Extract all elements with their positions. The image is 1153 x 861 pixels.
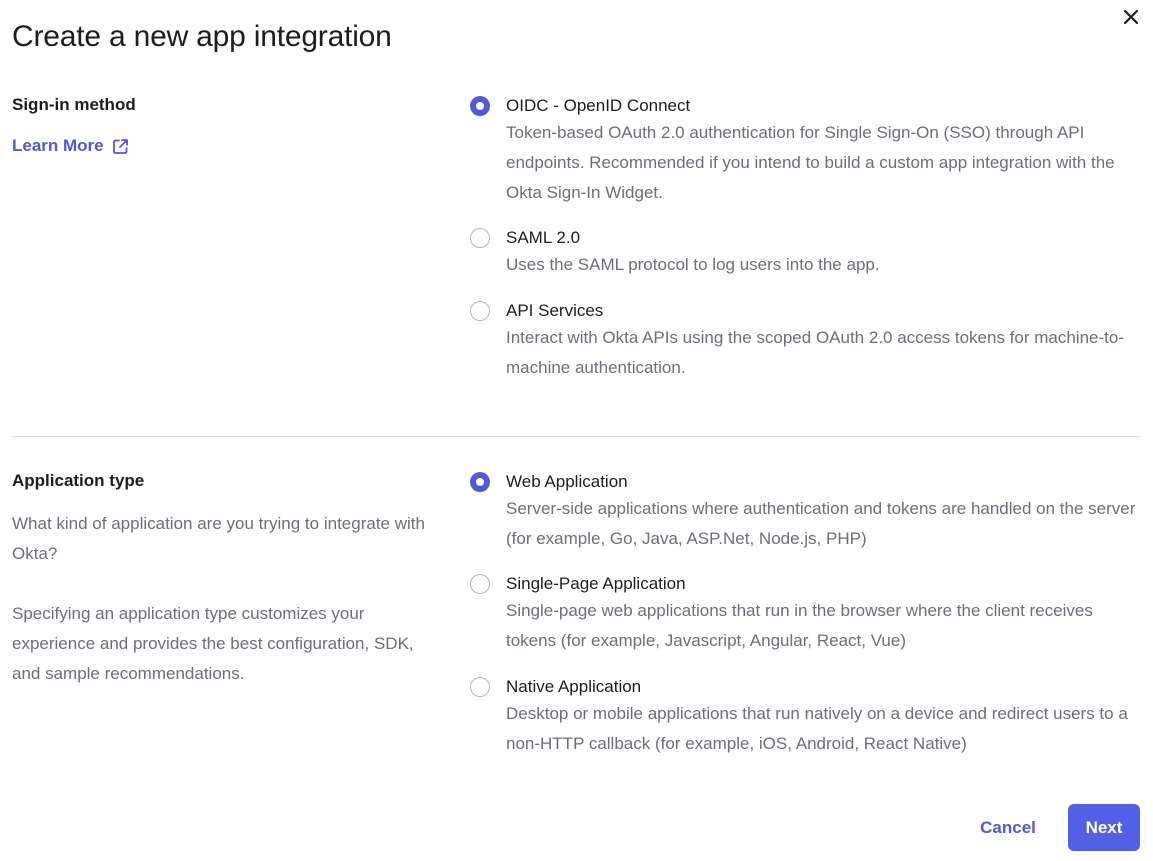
application-type-heading: Application type [12, 471, 145, 490]
option-label-single-page-application: Single-Page Application [506, 574, 686, 593]
option-description-native-application: Desktop or mobile applications that run … [506, 704, 1128, 753]
radio-button-native-application[interactable] [470, 677, 490, 697]
next-button[interactable]: Next [1068, 804, 1140, 851]
option-label-native-application: Native Application [506, 677, 642, 696]
radio-button-web-application[interactable] [470, 472, 490, 492]
create-app-integration-dialog: Create a new app integration Sign-in met… [0, 0, 1153, 861]
application-type-section: Application type What kind of applicatio… [12, 0, 1140, 790]
option-description-single-page-application: Single-page web applications that run in… [506, 601, 1093, 650]
application-type-question: What kind of application are you trying … [12, 514, 425, 563]
option-label-web-application: Web Application [506, 472, 628, 491]
application-type-explanation: Specifying an application type customize… [12, 604, 414, 683]
option-description-web-application: Server-side applications where authentic… [506, 499, 1136, 548]
radio-button-single-page-application[interactable] [470, 574, 490, 594]
cancel-button[interactable]: Cancel [966, 805, 1050, 851]
